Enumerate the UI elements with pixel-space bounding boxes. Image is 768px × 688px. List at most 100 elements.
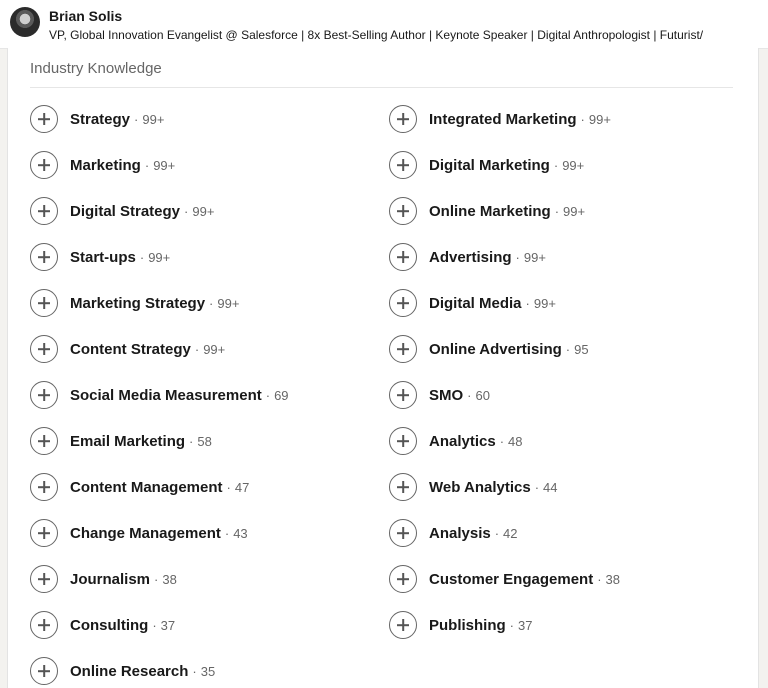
endorsement-count[interactable]: 43 (233, 526, 247, 541)
separator: · (144, 157, 150, 173)
skill-name[interactable]: Start-ups (70, 249, 136, 266)
skill-name[interactable]: Digital Media (429, 295, 522, 312)
skill-item: Journalism · 38 (30, 563, 177, 595)
endorsement-count[interactable]: 99+ (589, 112, 611, 127)
skill-name[interactable]: Digital Strategy (70, 203, 180, 220)
skill-item: Online Advertising · 95 (389, 333, 589, 365)
skill-name[interactable]: Change Management (70, 525, 221, 542)
separator: · (499, 433, 505, 449)
endorsement-count[interactable]: 35 (201, 664, 215, 679)
profile-header: Brian Solis VP, Global Innovation Evange… (0, 0, 768, 49)
skill-name[interactable]: Online Research (70, 663, 188, 680)
endorse-plus-icon[interactable] (30, 381, 58, 409)
skill-name[interactable]: Journalism (70, 571, 150, 588)
separator: · (515, 249, 520, 265)
endorse-plus-icon[interactable] (30, 243, 58, 271)
endorse-plus-icon[interactable] (389, 519, 417, 547)
endorsement-count[interactable]: 58 (197, 434, 211, 449)
separator: · (154, 571, 159, 587)
endorsement-count[interactable]: 48 (508, 434, 522, 449)
endorsement-count[interactable]: 37 (161, 618, 175, 633)
endorse-plus-icon[interactable] (30, 289, 58, 317)
skill-name[interactable]: Publishing (429, 617, 506, 634)
skill-name[interactable]: Marketing Strategy (70, 295, 205, 312)
endorse-plus-icon[interactable] (30, 335, 58, 363)
skill-item: Marketing · 99+ (30, 149, 175, 181)
endorsement-count[interactable]: 42 (503, 526, 517, 541)
skill-name[interactable]: Analytics (429, 433, 496, 450)
endorse-plus-icon[interactable] (30, 197, 58, 225)
endorse-plus-icon[interactable] (389, 197, 417, 225)
skill-item: SMO · 60 (389, 379, 490, 411)
endorsement-count[interactable]: 95 (574, 342, 588, 357)
skill-name[interactable]: Content Strategy (70, 341, 191, 358)
separator: · (580, 111, 585, 127)
separator: · (467, 387, 472, 403)
endorse-plus-icon[interactable] (389, 381, 417, 409)
skill-name[interactable]: Strategy (70, 111, 130, 128)
skill-name[interactable]: Online Advertising (429, 341, 562, 358)
endorse-plus-icon[interactable] (30, 427, 58, 455)
skill-name[interactable]: Integrated Marketing (429, 111, 577, 128)
endorse-plus-icon[interactable] (30, 151, 58, 179)
separator: · (192, 663, 197, 679)
skill-item: Digital Strategy · 99+ (30, 195, 214, 227)
endorsement-count[interactable]: 99+ (142, 112, 164, 127)
skill-item: Advertising · 99+ (389, 241, 546, 273)
endorse-plus-icon[interactable] (389, 427, 417, 455)
separator: · (525, 295, 530, 311)
endorse-plus-icon[interactable] (30, 611, 58, 639)
skill-item: Consulting · 37 (30, 609, 175, 641)
endorsement-count[interactable]: 99+ (153, 158, 175, 173)
skill-item: Social Media Measurement · 69 (30, 379, 289, 411)
endorsement-count[interactable]: 99+ (524, 250, 546, 265)
endorse-plus-icon[interactable] (30, 105, 58, 133)
endorsement-count[interactable]: 99+ (534, 296, 556, 311)
endorse-plus-icon[interactable] (389, 565, 417, 593)
endorse-plus-icon[interactable] (30, 657, 58, 685)
skill-name[interactable]: Customer Engagement (429, 571, 593, 588)
endorsement-count[interactable]: 99+ (148, 250, 170, 265)
skill-name[interactable]: Content Management (70, 479, 223, 496)
endorse-plus-icon[interactable] (389, 105, 417, 133)
endorsement-count[interactable]: 99+ (217, 296, 239, 311)
skill-name[interactable]: Digital Marketing (429, 157, 550, 174)
skill-name[interactable]: Social Media Measurement (70, 387, 262, 404)
skill-name[interactable]: Email Marketing (70, 433, 185, 450)
endorse-plus-icon[interactable] (389, 473, 417, 501)
endorse-plus-icon[interactable] (389, 335, 417, 363)
endorse-plus-icon[interactable] (30, 565, 58, 593)
profile-name[interactable]: Brian Solis (49, 8, 122, 24)
endorsement-count[interactable]: 60 (476, 388, 490, 403)
separator: · (226, 479, 231, 495)
endorsement-count[interactable]: 37 (518, 618, 532, 633)
endorsement-count[interactable]: 47 (235, 480, 249, 495)
skill-item: Digital Marketing · 99+ (389, 149, 584, 181)
skill-name[interactable]: Web Analytics (429, 479, 531, 496)
endorse-plus-icon[interactable] (389, 289, 417, 317)
skill-name[interactable]: Consulting (70, 617, 148, 634)
endorse-plus-icon[interactable] (389, 243, 417, 271)
skill-name[interactable]: Advertising (429, 249, 512, 266)
separator: · (194, 341, 200, 357)
skill-name[interactable]: Marketing (70, 157, 141, 174)
endorse-plus-icon[interactable] (389, 611, 417, 639)
endorsement-count[interactable]: 44 (543, 480, 557, 495)
endorsement-count[interactable]: 38 (606, 572, 620, 587)
endorsement-count[interactable]: 99+ (563, 204, 585, 219)
skill-item: Publishing · 37 (389, 609, 532, 641)
skill-name[interactable]: Analysis (429, 525, 491, 542)
separator: · (553, 157, 559, 173)
endorsement-count[interactable]: 69 (274, 388, 288, 403)
endorsement-count[interactable]: 99+ (203, 342, 225, 357)
endorsement-count[interactable]: 38 (162, 572, 176, 587)
endorsement-count[interactable]: 99+ (562, 158, 584, 173)
separator: · (224, 525, 230, 541)
skill-name[interactable]: Online Marketing (429, 203, 551, 220)
skill-name[interactable]: SMO (429, 387, 463, 404)
endorse-plus-icon[interactable] (30, 519, 58, 547)
endorse-plus-icon[interactable] (389, 151, 417, 179)
avatar[interactable] (10, 7, 40, 37)
endorse-plus-icon[interactable] (30, 473, 58, 501)
endorsement-count[interactable]: 99+ (192, 204, 214, 219)
